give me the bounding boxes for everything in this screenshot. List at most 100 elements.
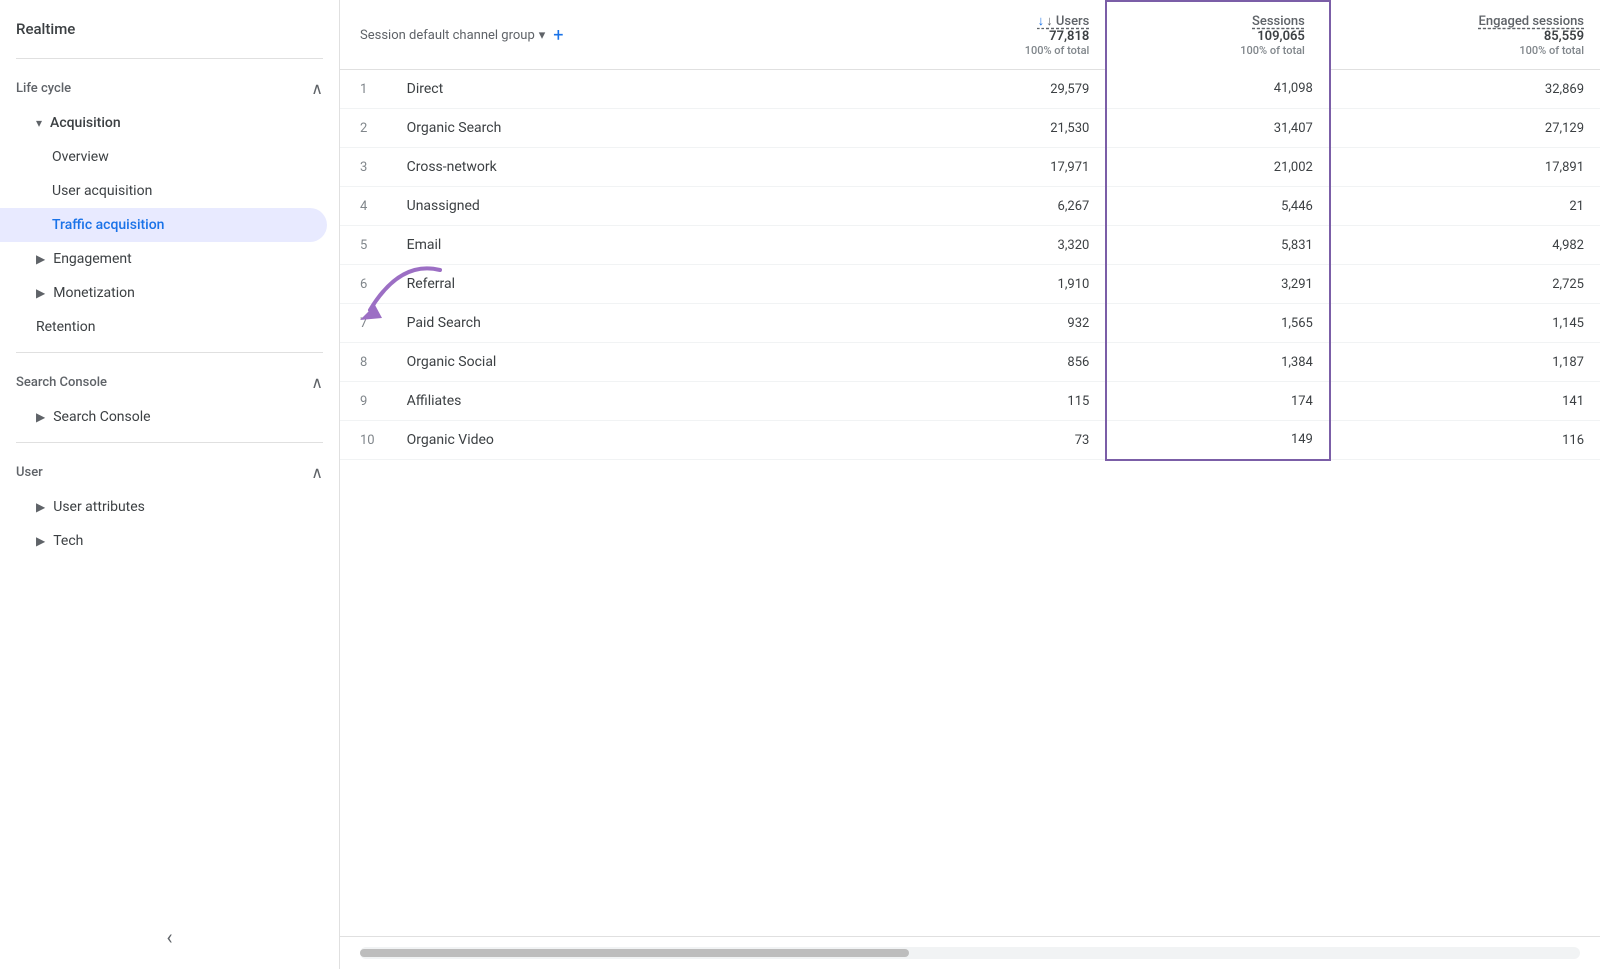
monetization-expand-icon: ▶ (36, 286, 45, 300)
search-console-section-label: Search Console (16, 375, 107, 390)
row-engaged-sessions: 116 (1330, 421, 1600, 460)
sidebar-item-tech[interactable]: ▶ Tech (0, 524, 327, 558)
retention-label: Retention (36, 319, 96, 335)
sort-arrow-icon: ↓ (1038, 14, 1045, 29)
row-rank: 1 (340, 70, 391, 109)
table-row: 5 Email 3,320 5,831 4,982 (340, 226, 1600, 265)
users-header-label: ↓↓ Users (1038, 13, 1090, 29)
row-users: 932 (916, 304, 1106, 343)
row-users: 6,267 (916, 187, 1106, 226)
acquisition-label: Acquisition (50, 115, 121, 131)
sidebar-item-monetization[interactable]: ▶ Monetization (0, 276, 327, 310)
row-rank: 3 (340, 148, 391, 187)
engaged-sessions-subtotal: 100% of total (1519, 44, 1584, 57)
row-engaged-sessions: 2,725 (1330, 265, 1600, 304)
row-sessions: 5,446 (1106, 187, 1330, 226)
engaged-sessions-total: 85,559 (1544, 29, 1584, 44)
row-engaged-sessions: 21 (1330, 187, 1600, 226)
row-users: 115 (916, 382, 1106, 421)
row-rank: 4 (340, 187, 391, 226)
user-chevron[interactable]: ∧ (311, 463, 323, 482)
sessions-subtotal: 100% of total (1240, 44, 1305, 57)
table-row: 2 Organic Search 21,530 31,407 27,129 (340, 109, 1600, 148)
row-channel: Paid Search (391, 304, 916, 343)
row-users: 21,530 (916, 109, 1106, 148)
channel-filter-button[interactable]: Session default channel group ▾ (360, 28, 545, 43)
tech-expand-icon: ▶ (36, 534, 45, 548)
row-engaged-sessions: 17,891 (1330, 148, 1600, 187)
sidebar: Realtime Life cycle ∧ ▾ Acquisition Over… (0, 0, 340, 969)
sidebar-realtime[interactable]: Realtime (0, 8, 339, 50)
sidebar-item-traffic-acquisition[interactable]: Traffic acquisition (0, 208, 327, 242)
sidebar-item-search-console[interactable]: ▶ Search Console (0, 400, 327, 434)
lifecycle-section-header: Life cycle ∧ (0, 67, 339, 106)
bottom-scrollbar-area (340, 936, 1600, 969)
user-attributes-expand-icon: ▶ (36, 500, 45, 514)
row-sessions: 31,407 (1106, 109, 1330, 148)
row-sessions: 149 (1106, 421, 1330, 460)
row-rank: 6 (340, 265, 391, 304)
row-engaged-sessions: 27,129 (1330, 109, 1600, 148)
row-channel: Unassigned (391, 187, 916, 226)
search-console-expand-icon: ▶ (36, 410, 45, 424)
row-engaged-sessions: 4,982 (1330, 226, 1600, 265)
user-section-header: User ∧ (0, 451, 339, 490)
add-column-button[interactable]: + (553, 25, 563, 46)
user-label: User (16, 465, 43, 480)
row-rank: 2 (340, 109, 391, 148)
row-users: 29,579 (916, 70, 1106, 109)
sidebar-collapse-button[interactable]: ‹ (166, 925, 172, 949)
user-attributes-label: User attributes (53, 499, 145, 515)
row-engaged-sessions: 32,869 (1330, 70, 1600, 109)
horizontal-scrollbar[interactable] (360, 947, 1580, 959)
row-users: 17,971 (916, 148, 1106, 187)
row-channel: Organic Social (391, 343, 916, 382)
engagement-label: Engagement (53, 251, 131, 267)
sidebar-item-user-acquisition[interactable]: User acquisition (0, 174, 327, 208)
row-users: 73 (916, 421, 1106, 460)
row-rank: 5 (340, 226, 391, 265)
sessions-header-label: Sessions (1252, 14, 1305, 29)
scrollbar-thumb[interactable] (360, 949, 909, 957)
search-console-chevron[interactable]: ∧ (311, 373, 323, 392)
users-header: ↓↓ Users 77,818 100% of total (916, 1, 1106, 70)
row-channel: Cross-network (391, 148, 916, 187)
acquisition-expand-icon: ▾ (36, 116, 42, 130)
traffic-acquisition-table: Session default channel group ▾ + ↓↓ Use… (340, 0, 1600, 461)
lifecycle-chevron[interactable]: ∧ (311, 79, 323, 98)
row-sessions: 174 (1106, 382, 1330, 421)
sidebar-item-acquisition-parent[interactable]: ▾ Acquisition (0, 106, 327, 140)
overview-label: Overview (52, 149, 109, 165)
sidebar-item-user-attributes[interactable]: ▶ User attributes (0, 490, 327, 524)
row-rank: 9 (340, 382, 391, 421)
sidebar-divider-1 (16, 58, 323, 59)
row-engaged-sessions: 1,145 (1330, 304, 1600, 343)
sidebar-item-overview[interactable]: Overview (0, 140, 327, 174)
table-row: 8 Organic Social 856 1,384 1,187 (340, 343, 1600, 382)
users-total: 77,818 (1049, 29, 1089, 44)
sidebar-item-retention[interactable]: Retention (0, 310, 327, 344)
search-console-section-header: Search Console ∧ (0, 361, 339, 400)
row-channel: Referral (391, 265, 916, 304)
row-sessions: 5,831 (1106, 226, 1330, 265)
row-engaged-sessions: 141 (1330, 382, 1600, 421)
row-users: 856 (916, 343, 1106, 382)
lifecycle-label: Life cycle (16, 81, 71, 96)
engaged-sessions-header-label: Engaged sessions (1479, 14, 1585, 29)
engagement-expand-icon: ▶ (36, 252, 45, 266)
dropdown-icon[interactable]: ▾ (539, 28, 546, 43)
row-sessions: 21,002 (1106, 148, 1330, 187)
table-row: 6 Referral 1,910 3,291 2,725 (340, 265, 1600, 304)
table-row: 3 Cross-network 17,971 21,002 17,891 (340, 148, 1600, 187)
row-rank: 8 (340, 343, 391, 382)
sidebar-item-engagement[interactable]: ▶ Engagement (0, 242, 327, 276)
search-console-label: Search Console (53, 409, 150, 425)
sessions-total: 109,065 (1257, 29, 1305, 44)
engaged-sessions-header: Engaged sessions 85,559 100% of total (1330, 1, 1600, 70)
row-channel: Affiliates (391, 382, 916, 421)
row-sessions: 1,565 (1106, 304, 1330, 343)
traffic-acquisition-label: Traffic acquisition (52, 217, 164, 233)
row-users: 1,910 (916, 265, 1106, 304)
row-rank: 7 (340, 304, 391, 343)
channel-group-label: Session default channel group (360, 28, 535, 43)
